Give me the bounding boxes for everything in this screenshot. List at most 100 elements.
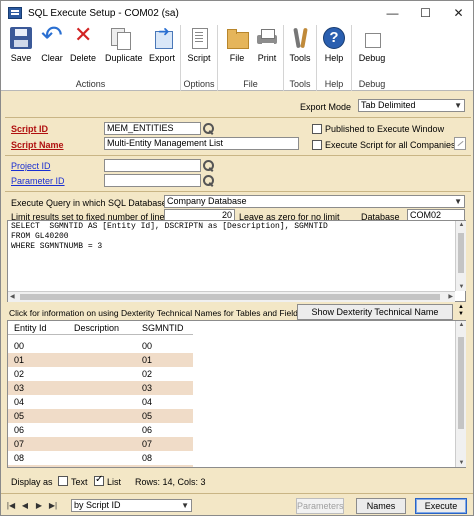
scroll-thumb[interactable] — [458, 337, 464, 429]
display-as-label: Display as — [11, 477, 53, 487]
previous-record-icon[interactable]: ◀ — [19, 500, 31, 512]
group-label-tools: Tools — [289, 79, 311, 89]
sql-line: SELECT SGMNTID AS [Entity Id], DSCRIPTN … — [11, 222, 328, 231]
table-row[interactable]: 00 00 — [8, 339, 193, 353]
table-row[interactable]: 08 08 — [8, 451, 193, 465]
scroll-thumb[interactable] — [458, 233, 464, 273]
chevron-down-icon: ▼ — [181, 501, 189, 510]
app-icon — [8, 7, 22, 19]
scroll-right-icon[interactable]: ▶ — [448, 293, 453, 300]
show-dexterity-syntax-button[interactable]: Show Dexterity Technical Name Syntax — [297, 304, 453, 331]
printer-icon — [256, 27, 278, 49]
script-id-lookup-icon[interactable] — [202, 122, 215, 135]
ribbon-group-file: File Print File — [218, 25, 284, 91]
script-button[interactable]: Script — [184, 27, 214, 69]
maximize-button[interactable]: ☐ — [409, 1, 442, 25]
window-footer: |◀ ◀ ▶ ▶| by Script ID ▼ Parameters Name… — [1, 493, 473, 515]
ribbon-group-debug: Debug Debug — [352, 25, 392, 91]
execute-button[interactable]: Execute — [415, 498, 467, 514]
scroll-up-icon[interactable]: ▲ — [456, 322, 467, 328]
print-button[interactable]: Print — [252, 27, 282, 69]
execute-all-companies-checkbox[interactable] — [312, 140, 322, 150]
next-record-icon[interactable]: ▶ — [33, 500, 45, 512]
table-row[interactable]: 05 05 — [8, 409, 193, 423]
close-button[interactable]: ✕ — [442, 1, 473, 25]
parameter-id-lookup-icon[interactable] — [202, 174, 215, 187]
clear-button[interactable]: Clear — [37, 21, 67, 69]
results-grid[interactable]: Entity Id Description SGMNTID 00 00 01 01 … — [7, 320, 466, 468]
execute-db-select[interactable]: Company Database ▼ — [164, 195, 465, 208]
execute-db-label: Execute Query in which SQL Database — [11, 198, 167, 208]
sort-by-select[interactable]: by Script ID ▼ — [71, 499, 192, 512]
divider — [5, 191, 471, 192]
sql-script-editor[interactable]: SELECT SGMNTID AS [Entity Id], DSCRIPTN … — [7, 220, 466, 302]
pencil-icon — [457, 140, 464, 147]
names-button[interactable]: Names — [356, 498, 406, 514]
results-vertical-scrollbar[interactable]: ▲ ▼ — [455, 321, 466, 467]
table-row[interactable]: 03 03 — [8, 381, 193, 395]
duplicate-button[interactable]: Duplicate — [105, 27, 143, 69]
scroll-up-icon[interactable]: ▲ — [456, 222, 467, 228]
published-checkbox[interactable] — [312, 124, 322, 134]
group-label-debug: Debug — [358, 79, 386, 89]
window-title: SQL Execute Setup - COM02 (sa) — [28, 7, 179, 19]
column-header-entity-id[interactable]: Entity Id — [14, 323, 47, 333]
tools-button[interactable]: Tools — [285, 27, 315, 69]
execute-all-companies-label: Execute Script for all Companies — [325, 140, 456, 150]
scroll-down-icon[interactable]: ▼ — [456, 460, 467, 466]
table-row[interactable]: 01 01 — [8, 353, 193, 367]
first-record-icon[interactable]: |◀ — [5, 500, 17, 512]
delete-button[interactable]: Delete — [68, 23, 98, 69]
script-id-input[interactable]: MEM_ENTITIES — [104, 122, 201, 135]
group-label-actions: Actions — [75, 79, 106, 89]
undo-icon — [41, 21, 63, 51]
project-id-link[interactable]: Project ID — [11, 161, 51, 171]
table-row[interactable]: 07 07 — [8, 437, 193, 451]
parameter-id-link[interactable]: Parameter ID — [11, 176, 65, 186]
project-id-lookup-icon[interactable] — [202, 159, 215, 172]
column-header-sgmntid[interactable]: SGMNTID — [142, 323, 184, 333]
chevron-down-icon: ▼ — [454, 197, 462, 206]
column-header-description[interactable]: Description — [74, 323, 119, 333]
project-id-input[interactable] — [104, 159, 201, 172]
save-button[interactable]: Save — [6, 27, 36, 69]
last-record-icon[interactable]: ▶| — [47, 500, 59, 512]
export-icon — [151, 24, 173, 49]
text-display-checkbox[interactable] — [58, 476, 68, 486]
scroll-down-icon[interactable]: ▼ — [456, 284, 467, 290]
text-display-label: Text — [71, 477, 88, 487]
script-name-input[interactable]: Multi-Entity Management List — [104, 137, 299, 150]
sql-execute-setup-window: SQL Execute Setup - COM02 (sa) — ☐ ✕ Sav… — [0, 0, 474, 516]
table-row[interactable]: 04 04 — [8, 395, 193, 409]
sql-horizontal-scrollbar[interactable]: ◀ ▶ — [8, 291, 455, 302]
chevron-down-icon: ▼ — [454, 101, 462, 110]
help-icon — [323, 27, 345, 49]
splitter-arrows-icon[interactable]: ▲ ▼ — [456, 304, 466, 320]
file-button[interactable]: File — [222, 27, 252, 69]
export-button[interactable]: Export — [147, 24, 177, 69]
scroll-left-icon[interactable]: ◀ — [10, 293, 15, 300]
sql-vertical-scrollbar[interactable]: ▲ ▼ — [455, 221, 466, 291]
debug-button[interactable]: Debug — [357, 27, 387, 69]
group-label-help: Help — [324, 79, 344, 89]
scroll-thumb[interactable] — [20, 294, 440, 300]
delete-icon — [72, 23, 94, 49]
table-row[interactable]: 0909 — [8, 465, 193, 467]
table-row[interactable]: 02 02 — [8, 367, 193, 381]
duplicate-icon — [109, 27, 131, 50]
parameter-id-input[interactable] — [104, 174, 201, 187]
table-row[interactable]: 06 06 — [8, 423, 193, 437]
script-id-label[interactable]: Script ID — [11, 124, 48, 134]
parameters-button[interactable]: Parameters — [296, 498, 344, 514]
ribbon-group-actions: Save Clear Delete Duplicate Export Actio… — [1, 21, 181, 91]
list-display-checkbox[interactable] — [94, 474, 104, 486]
export-mode-label: Export Mode — [300, 102, 352, 112]
help-button[interactable]: Help — [319, 27, 349, 69]
list-display-label: List — [107, 477, 122, 487]
export-mode-select[interactable]: Tab Delimited ▼ — [358, 99, 465, 112]
save-icon — [10, 27, 32, 49]
minimize-button[interactable]: — — [376, 1, 409, 25]
ribbon-group-help: Help Help — [317, 25, 352, 91]
note-icon[interactable] — [454, 137, 466, 150]
script-name-label: Script Name — [11, 140, 64, 150]
